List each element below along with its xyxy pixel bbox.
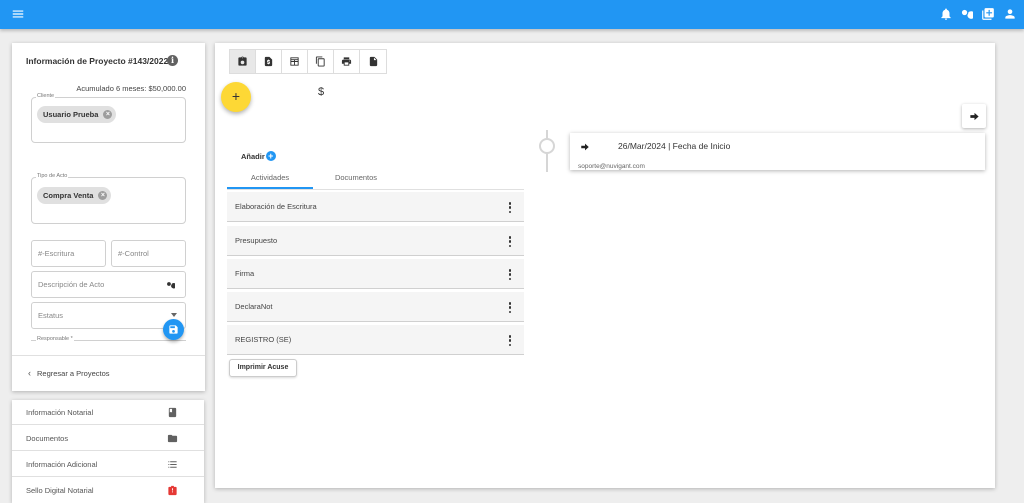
tab-actividades[interactable]: Actividades xyxy=(227,169,313,189)
add-fab-button[interactable]: + xyxy=(221,82,251,112)
file-dollar-button[interactable] xyxy=(256,50,282,73)
menu-item-sello-digital[interactable]: Sello Digital Notarial xyxy=(12,478,204,503)
dropdown-arrow-icon[interactable] xyxy=(171,313,177,317)
chevron-left-icon: ‹ xyxy=(28,368,31,378)
activity-row[interactable]: Elaboración de Escritura xyxy=(227,192,524,222)
app-bar xyxy=(0,0,1024,29)
timeline-toggle-button[interactable] xyxy=(962,104,986,128)
copy-icon xyxy=(315,56,325,67)
tab-documentos[interactable]: Documentos xyxy=(313,169,399,189)
menu-item-informacion-notarial[interactable]: Información Notarial xyxy=(12,400,204,425)
menu-item-label: Información Adicional xyxy=(26,459,98,469)
cliente-label: Cliente xyxy=(36,93,56,99)
back-label: Regresar a Proyectos xyxy=(37,368,110,378)
tipo-acto-label: Tipo de Acto xyxy=(36,173,69,179)
descripcion-input[interactable]: Descripción de Acto xyxy=(31,271,186,298)
activity-row[interactable]: Firma xyxy=(227,259,524,289)
arrow-right-icon xyxy=(581,143,589,151)
activity-label: Elaboración de Escritura xyxy=(235,202,317,211)
activity-row[interactable]: DeclaraNot xyxy=(227,292,524,322)
timeline-entry-title: 26/Mar/2024 | Fecha de Inicio xyxy=(618,141,731,151)
project-title: Información de Proyecto #143/2022 xyxy=(26,56,169,66)
activity-label: DeclaraNot xyxy=(235,302,273,311)
chip-remove-icon[interactable]: × xyxy=(103,110,113,119)
search-icon[interactable] xyxy=(958,6,974,22)
control-placeholder: #-Control xyxy=(118,249,149,258)
arrow-right-icon xyxy=(969,112,979,120)
activity-label: Presupuesto xyxy=(235,236,278,245)
activity-row[interactable]: Presupuesto xyxy=(227,226,524,256)
cliente-chip: Usuario Prueba × xyxy=(37,106,117,123)
book-icon xyxy=(168,407,177,418)
info-icon[interactable]: i xyxy=(167,55,178,66)
clipboard-button[interactable] xyxy=(230,50,256,73)
more-vert-icon[interactable] xyxy=(508,236,512,247)
activity-row[interactable]: REGISTRO (SE) xyxy=(227,325,524,355)
more-vert-icon[interactable] xyxy=(508,269,512,280)
back-to-projects-link[interactable]: ‹ Regresar a Proyectos xyxy=(28,368,110,378)
search-icon[interactable] xyxy=(165,280,175,290)
menu-icon[interactable] xyxy=(10,6,26,22)
descripcion-placeholder: Descripción de Acto xyxy=(38,280,105,289)
cliente-chip-label: Usuario Prueba xyxy=(43,110,99,119)
timeline-node xyxy=(539,138,555,154)
add-box-icon[interactable] xyxy=(980,6,996,22)
add-label: Añadir xyxy=(241,151,265,161)
badge-icon xyxy=(168,485,177,496)
more-vert-icon[interactable] xyxy=(508,335,512,346)
more-vert-icon[interactable] xyxy=(508,202,512,213)
print-receipt-button[interactable]: Imprimir Acuse xyxy=(229,359,297,377)
more-vert-icon[interactable] xyxy=(508,302,512,313)
table-button[interactable] xyxy=(282,50,308,73)
menu-item-label: Sello Digital Notarial xyxy=(26,486,94,495)
folder-icon xyxy=(167,434,178,443)
divider xyxy=(12,355,205,356)
chip-remove-icon[interactable]: × xyxy=(98,191,108,200)
menu-item-documentos[interactable]: Documentos xyxy=(12,426,204,451)
tipo-acto-chip: Compra Venta × xyxy=(37,187,112,204)
bell-icon[interactable] xyxy=(938,6,954,22)
menu-item-informacion-adicional[interactable]: Información Adicional xyxy=(12,452,204,477)
account-icon[interactable] xyxy=(1002,6,1018,22)
responsable-label: Responsable * xyxy=(36,336,74,342)
table-icon xyxy=(290,57,299,66)
print-icon xyxy=(341,57,352,66)
estatus-placeholder: Estatus xyxy=(38,311,64,320)
escritura-placeholder: #-Escritura xyxy=(38,249,75,258)
file-dollar-icon xyxy=(264,56,273,67)
timeline-entry: 26/Mar/2024 | Fecha de Inicio soporte@nu… xyxy=(570,133,985,170)
escritura-input[interactable]: #-Escritura xyxy=(31,240,106,267)
list-icon xyxy=(168,461,177,468)
control-input[interactable]: #-Control xyxy=(111,240,186,267)
tabs-divider xyxy=(227,189,524,190)
save-icon xyxy=(169,325,178,334)
document-icon xyxy=(369,56,377,67)
activity-label: Firma xyxy=(235,269,255,278)
plus-circle-icon: + xyxy=(265,151,276,161)
menu-item-label: Información Notarial xyxy=(26,407,94,417)
add-activity-button[interactable]: Añadir + xyxy=(241,151,276,161)
accumulated-amount: Acumulado 6 meses: $50,000.00 xyxy=(76,84,186,93)
currency-symbol: $ xyxy=(318,86,325,98)
print-button[interactable] xyxy=(334,50,360,73)
action-toolbar xyxy=(229,49,387,74)
tipo-acto-chip-label: Compra Venta xyxy=(43,191,94,200)
menu-item-label: Documentos xyxy=(26,433,69,443)
copy-button[interactable] xyxy=(308,50,334,73)
timeline-entry-user: soporte@nuvigant.com xyxy=(578,163,645,170)
document-button[interactable] xyxy=(360,50,386,73)
activity-label: REGISTRO (SE) xyxy=(235,335,292,344)
save-button[interactable] xyxy=(163,319,184,340)
clipboard-icon xyxy=(238,56,247,66)
